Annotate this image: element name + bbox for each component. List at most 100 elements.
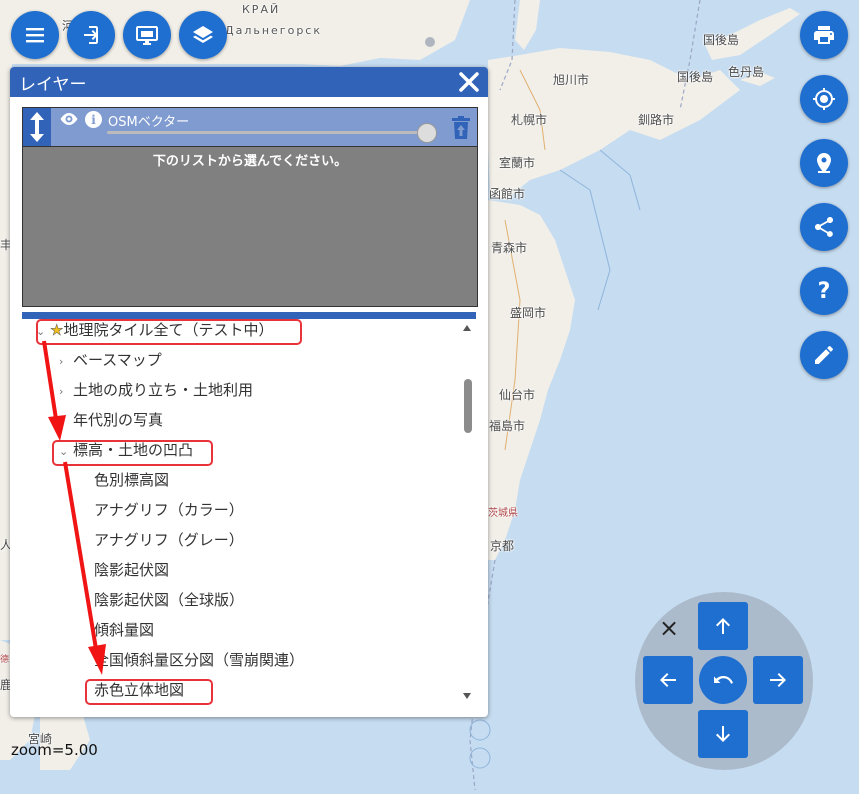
panel-divider [22,312,476,319]
map-label-asahikawa: 旭川市 [553,73,590,87]
undo-icon [714,676,733,684]
tree-item-label: ベースマップ [73,351,162,369]
tree-item-basemap[interactable]: › ベースマップ [59,347,162,373]
chevron-right-icon: › [59,415,64,428]
chevron-right-icon: › [59,385,64,398]
tree-item-label: アナグリフ（グレー） [94,531,244,549]
share-button[interactable] [800,203,848,251]
active-layer-name: OSMベクター [108,115,190,130]
layer-tree[interactable]: ⌄ ★地理院タイル全て（テスト中） › ベースマップ › 土地の成り立ち・土地利用 ›… [22,319,476,709]
tree-item-label: 地理院タイル全て（テスト中） [63,321,274,339]
tree-item-label: 色別標高図 [94,471,170,489]
tree-item-elevation[interactable]: ⌄ 標高・土地の凹凸 [59,437,193,463]
map-label-kushiro: 釧路市 [638,113,675,127]
map-label-ibaraki: 茨城県 [488,508,518,519]
active-layer-row: i OSMベクター [23,108,477,147]
location-button[interactable] [800,75,848,123]
map-label-left-4: 德 [0,655,10,665]
map-label-kunashiri-2: 国後島 [677,70,714,84]
tree-item-hillshade-global[interactable]: 陰影起伏図（全球版） [94,587,244,613]
map-label-krai: КРАЙ [242,3,281,16]
tree-item-label: 陰影起伏図（全球版） [94,591,245,609]
map-label-morioka: 盛岡市 [510,306,547,320]
panel-title: レイヤー [19,74,87,95]
tree-item-label: 年代別の写真 [73,411,164,429]
pan-right-button[interactable] [753,656,803,704]
tree-item-color-elevation[interactable]: 色別標高図 [94,467,169,493]
tree-item-label: 陰影起伏図 [94,561,170,579]
map-label-dalnegorsk: Дальнегорск [225,24,322,37]
chevron-down-icon: ⌄ [36,325,46,338]
panel-header[interactable]: レイヤー [10,67,488,97]
tree-item-anaglyph-gray[interactable]: アナグリフ（グレー） [94,527,244,553]
eye-icon[interactable] [59,111,79,127]
menu-button[interactable] [11,11,59,59]
pin-button[interactable] [800,139,848,187]
tree-item-anaglyph-color[interactable]: アナグリフ（カラー） [94,497,244,523]
arrow-up-icon [716,618,730,634]
nav-close-button[interactable]: × [657,614,681,642]
reset-view-button[interactable] [699,656,747,704]
scroll-up-arrow[interactable] [463,325,471,331]
map-label-muroran: 室蘭市 [499,156,536,170]
zoom-readout: zoom=5.00 [11,741,98,759]
print-button[interactable] [800,11,848,59]
arrow-down-icon [716,726,730,742]
tree-item-slope[interactable]: 傾斜量図 [94,617,154,643]
chevron-down-icon: ⌄ [59,445,69,458]
tree-item-label: 標高・土地の凹凸 [73,441,194,459]
map-label-shikotan: 色丹島 [728,65,765,79]
tree-item-label: アナグリフ（カラー） [94,501,244,519]
screen-button[interactable] [123,11,171,59]
layers-icon [193,26,213,43]
edit-button[interactable] [800,331,848,379]
navigation-pad: × [635,592,813,770]
tree-item-label: 赤色立体地図 [94,681,185,699]
drag-handle[interactable] [23,108,51,146]
panel-close-button[interactable] [456,69,482,95]
star-icon: ★ [50,321,64,340]
active-layers-box: i OSMベクター 下のリストから選んでください。 [22,107,478,307]
map-label-sapporo: 札幌市 [511,113,548,127]
pencil-icon [815,345,833,364]
tree-item-red-relief[interactable]: 赤色立体地図 [94,677,184,703]
close-icon: × [658,614,680,642]
menu-icon [26,28,44,43]
tree-item-gsi-all[interactable]: ⌄ ★地理院タイル全て（テスト中） [36,319,273,343]
map-label-sendai: 仙台市 [499,388,536,402]
vertical-arrows-icon [30,112,44,142]
info-icon[interactable]: i [85,111,102,128]
pan-up-button[interactable] [698,602,748,650]
login-icon [84,26,98,44]
tree-item-label: 傾斜量図 [94,621,155,639]
tree-item-landform[interactable]: › 土地の成り立ち・土地利用 [59,377,253,403]
tree-item-hillshade[interactable]: 陰影起伏図 [94,557,169,583]
monitor-icon [136,26,158,45]
login-button[interactable] [67,11,115,59]
tree-item-slope-avalanche[interactable]: 全国傾斜量区分図（雪崩関連） [94,647,304,673]
close-icon [459,72,479,92]
arrow-right-icon [770,673,786,687]
map-label-aomori: 青森市 [491,241,528,255]
opacity-slider-track[interactable] [107,131,429,134]
share-icon [815,217,833,237]
tree-item-photos[interactable]: › 年代別の写真 [59,407,163,433]
arrow-left-icon [660,673,676,687]
scrollbar-thumb[interactable] [464,379,472,433]
help-button[interactable]: ? [800,267,848,315]
pan-left-button[interactable] [643,656,693,704]
map-label-hakodate: 函館市 [489,187,526,201]
map-label-tokyo: 京都 [490,539,515,553]
chevron-right-icon: › [59,355,64,368]
location-icon [813,88,835,110]
tree-item-label: 全国傾斜量区分図（雪崩関連） [94,651,305,669]
layers-button[interactable] [179,11,227,59]
help-icon: ? [817,278,831,304]
tree-item-label: 土地の成り立ち・土地利用 [73,381,254,399]
map-label-fukushima: 福島市 [489,419,526,433]
opacity-slider-thumb[interactable] [417,123,437,143]
scroll-down-arrow[interactable] [463,693,471,699]
pan-down-button[interactable] [698,710,748,758]
trash-icon[interactable] [451,116,471,140]
map-label-kunashiri: 国後島 [703,33,740,47]
